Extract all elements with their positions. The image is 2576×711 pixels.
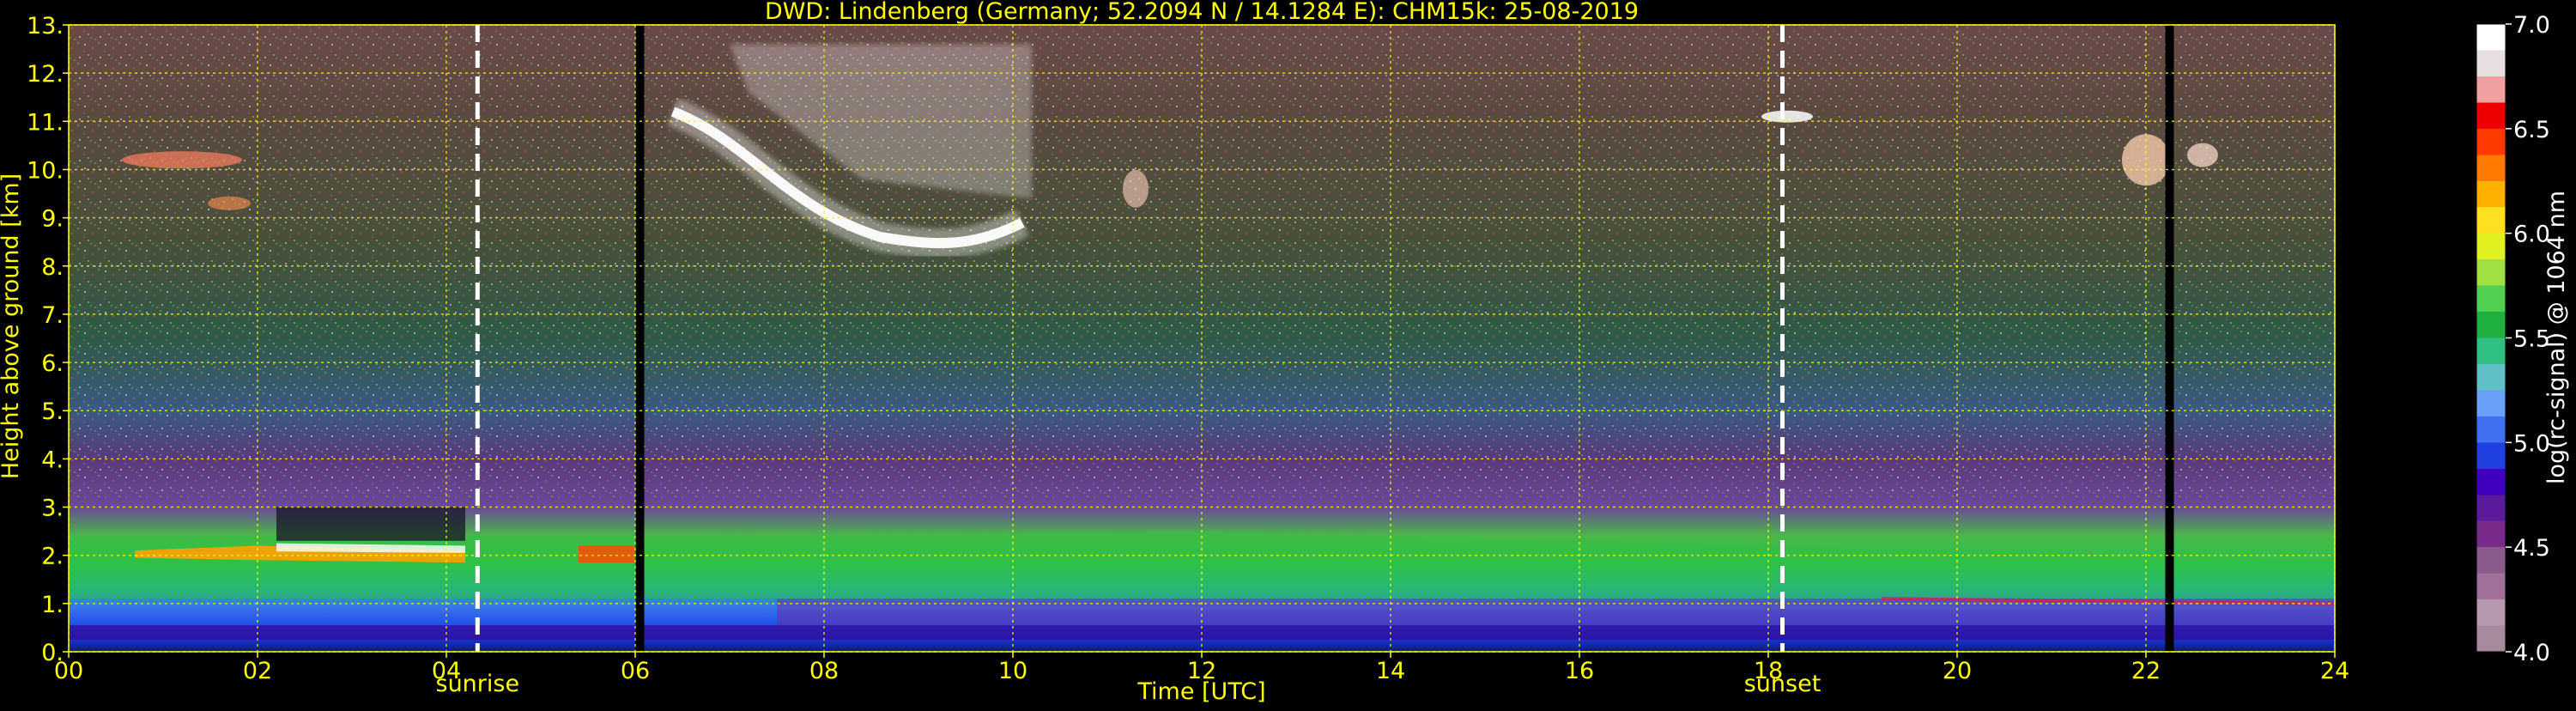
colorbar-tick-label: 4.5: [2513, 535, 2550, 562]
x-tick-label: 08: [809, 658, 839, 684]
y-tick-label: 10.: [27, 157, 64, 184]
y-tick-label: 11.: [27, 109, 64, 136]
y-tick-label: 13.: [27, 13, 64, 40]
y-tick-label: 4.: [41, 447, 64, 473]
colorbar-tick-label: 6.5: [2513, 117, 2550, 143]
x-tick-label: 14: [1376, 658, 1405, 684]
y-tick-label: 6.: [41, 350, 64, 377]
y-tick-label: 3.: [41, 495, 64, 522]
y-tick-label: 5.: [41, 398, 64, 425]
x-tick-label: 06: [621, 658, 650, 684]
colorbar: 4.04.55.05.56.06.57.0 log(rc-signal) @ 1…: [2476, 12, 2570, 666]
y-tick-label: 1.: [41, 592, 64, 618]
y-tick-label: 7.: [41, 302, 64, 329]
colorbar-scale: [2476, 23, 2506, 653]
data-gap-0: [635, 25, 645, 652]
data-gap-1: [2165, 25, 2174, 652]
sunset-label: sunset: [1744, 671, 1821, 697]
x-tick-label: 16: [1565, 658, 1594, 684]
x-tick-label: 02: [243, 658, 272, 684]
x-axis-label: Time [UTC]: [1136, 678, 1265, 705]
sunrise-label: sunrise: [436, 671, 520, 697]
y-tick-label: 9.: [41, 206, 64, 233]
x-tick-label: 20: [1943, 658, 1972, 684]
x-tick-label: 22: [2131, 658, 2161, 684]
chart-title: DWD: Lindenberg (Germany; 52.2094 N / 14…: [765, 0, 1639, 25]
y-tick-label: 0.: [41, 640, 64, 666]
y-tick-label: 12.: [27, 61, 64, 88]
y-axis-label: Height above ground [km]: [0, 173, 24, 479]
chart-svg: 00 02 04 06 08 10 12 14 16 18 20 22 24 0.1.2.3.4.5.6…: [0, 0, 2570, 705]
colorbar-tick-label: 4.0: [2513, 640, 2550, 666]
x-tick-label: 24: [2320, 658, 2349, 684]
y-tick-label: 2.: [41, 544, 64, 570]
lidar-chart: 00 02 04 06 08 10 12 14 16 18 20 22 24 0. 1. 2. 3. 4. 5. 6…: [0, 0, 2576, 708]
y-axis-ticks: 0. 1. 2. 3. 4. 5. 6. 7. 8. 9. 10. 11. 12. 13.: [27, 13, 69, 666]
y-tick-label: 8.: [41, 254, 64, 281]
x-tick-label: 10: [998, 658, 1027, 684]
colorbar-label: log(rc-signal) @ 1064 nm: [2543, 191, 2570, 484]
colorbar-tick-label: 7.0: [2513, 12, 2550, 39]
